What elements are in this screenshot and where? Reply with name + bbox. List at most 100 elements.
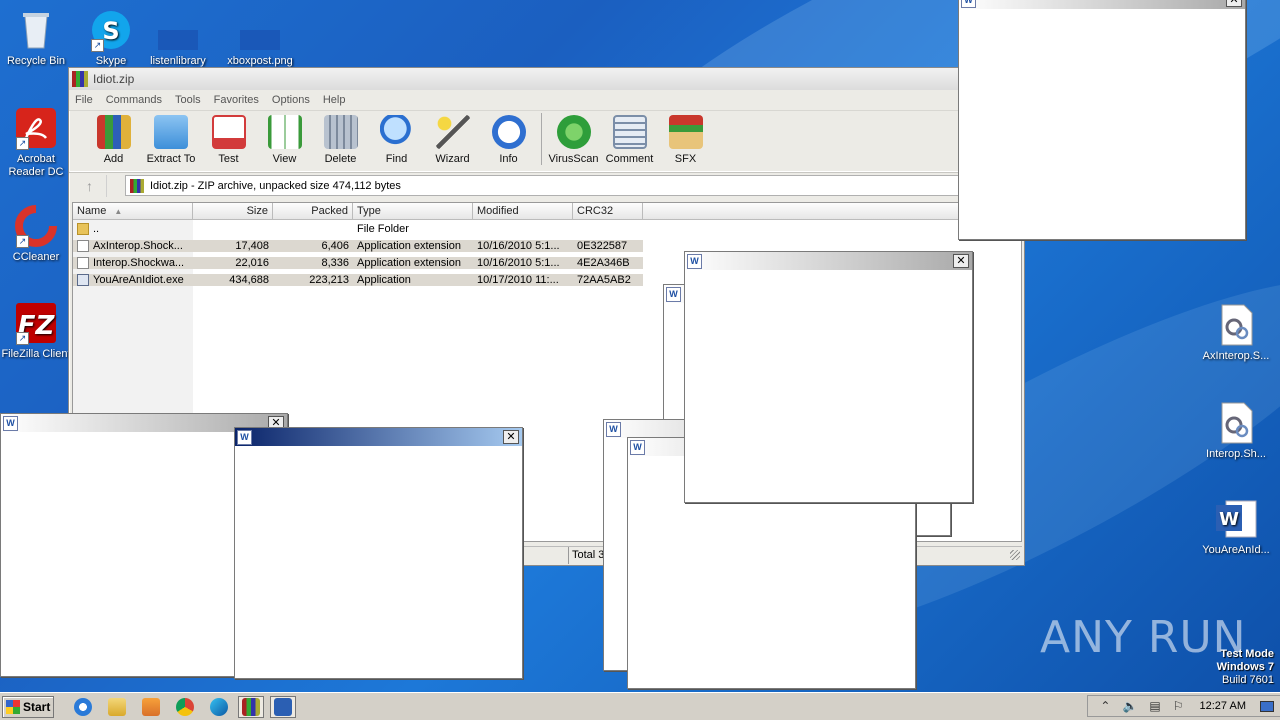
wizard-wand-icon bbox=[435, 115, 470, 149]
desktop-icon-skype[interactable]: S ↗ Skype bbox=[73, 8, 149, 68]
address-text: Idiot.zip - ZIP archive, unpacked size 4… bbox=[150, 179, 401, 192]
shortcut-arrow-icon: ↗ bbox=[16, 332, 29, 345]
file-list-header: Name ▲ Size Packed Type Modified CRC32 bbox=[73, 203, 1021, 220]
shortcut-arrow-icon: ↗ bbox=[91, 39, 104, 52]
desktop-icon-label: Interop.Sh... bbox=[1206, 448, 1266, 460]
internet-explorer-icon bbox=[74, 697, 92, 716]
table-row[interactable]: .. File Folder bbox=[73, 220, 1021, 237]
delete-button[interactable]: Delete bbox=[313, 115, 368, 171]
taskbar-ie[interactable] bbox=[70, 696, 96, 718]
close-icon[interactable]: ✕ bbox=[1226, 0, 1242, 7]
info-icon bbox=[491, 115, 526, 149]
taskbar-winrar[interactable] bbox=[238, 695, 264, 718]
col-header-packed[interactable]: Packed bbox=[273, 203, 353, 219]
desktop-icon-recycle-bin[interactable]: Recycle Bin bbox=[0, 8, 74, 68]
desktop-icon-label: CCleaner bbox=[12, 251, 60, 263]
comment-icon bbox=[612, 115, 647, 149]
extract-folder-icon bbox=[154, 115, 188, 149]
menu-file[interactable]: File bbox=[75, 94, 93, 106]
test-mode-notice: Test Mode Windows 7 Build 7601 bbox=[1217, 648, 1274, 687]
acrobat-icon: ↗ bbox=[14, 106, 58, 150]
test-clipboard-icon bbox=[211, 115, 246, 149]
test-mode-line2: Windows 7 bbox=[1216, 661, 1274, 673]
address-bar: ↑ Idiot.zip - ZIP archive, unpacked size… bbox=[69, 172, 1024, 198]
word-app-icon: W bbox=[666, 286, 681, 302]
menu-bar: File Commands Tools Favorites Options He… bbox=[69, 90, 1024, 110]
menu-commands[interactable]: Commands bbox=[106, 94, 162, 106]
col-header-modified[interactable]: Modified bbox=[473, 203, 573, 219]
file-icon bbox=[156, 8, 200, 52]
folder-icon bbox=[77, 222, 89, 235]
taskbar-chrome[interactable] bbox=[172, 696, 198, 718]
sort-ascending-icon: ▲ bbox=[114, 206, 123, 216]
taskbar-edge[interactable] bbox=[206, 696, 232, 718]
desktop-icon-filezilla[interactable]: FZ ↗ FileZilla Client bbox=[0, 301, 74, 361]
image-icon bbox=[238, 8, 282, 52]
desktop-icon-listenlibrary[interactable]: listenlibrary bbox=[140, 8, 216, 68]
test-mode-line3: Build 7601 bbox=[1222, 674, 1274, 686]
start-button[interactable]: Start bbox=[2, 695, 54, 718]
sfx-box-icon bbox=[668, 115, 703, 149]
popup-titlebar[interactable]: W✕ bbox=[959, 0, 1245, 9]
menu-help[interactable]: Help bbox=[323, 94, 346, 106]
idiot-popup-window[interactable]: W✕ bbox=[958, 0, 1246, 240]
exe-icon bbox=[77, 273, 89, 286]
close-icon[interactable]: ✕ bbox=[503, 430, 519, 444]
virusscan-button[interactable]: VirusScan bbox=[546, 115, 601, 171]
word-doc-icon: W bbox=[1214, 497, 1258, 541]
desktop-icon-youareanidiot[interactable]: W YouAreAnId... bbox=[1198, 497, 1274, 557]
comment-button[interactable]: Comment bbox=[602, 115, 657, 171]
menu-tools[interactable]: Tools bbox=[175, 94, 201, 106]
info-button[interactable]: Info bbox=[481, 115, 536, 171]
address-field[interactable]: Idiot.zip - ZIP archive, unpacked size 4… bbox=[125, 175, 1020, 196]
clock[interactable]: 12:27 AM bbox=[1200, 700, 1246, 712]
idiot-popup-window[interactable]: W✕ bbox=[684, 251, 973, 503]
find-magnifier-icon bbox=[379, 115, 414, 149]
dll-icon bbox=[77, 239, 89, 252]
col-header-name[interactable]: Name ▲ bbox=[73, 203, 193, 219]
col-header-size[interactable]: Size bbox=[193, 203, 273, 219]
taskbar-word[interactable] bbox=[270, 695, 296, 718]
popup-titlebar[interactable]: W✕ bbox=[685, 252, 972, 270]
show-hidden-icon[interactable]: ⌃ bbox=[1100, 699, 1110, 713]
view-button[interactable]: View bbox=[257, 115, 312, 171]
close-icon[interactable]: ✕ bbox=[953, 254, 969, 268]
wizard-button[interactable]: Wizard bbox=[425, 115, 480, 171]
col-header-type[interactable]: Type bbox=[353, 203, 473, 219]
find-button[interactable]: Find bbox=[369, 115, 424, 171]
toolbar: Add Extract To Test View Delete Find Wiz… bbox=[69, 110, 1024, 172]
skype-icon: S ↗ bbox=[89, 8, 133, 52]
action-center-flag-icon[interactable]: ⚐ bbox=[1173, 699, 1184, 713]
anyrun-watermark: ANY RUN bbox=[1040, 612, 1247, 663]
filezilla-icon: FZ ↗ bbox=[14, 301, 58, 345]
dll-gear-icon bbox=[1214, 401, 1258, 445]
desktop-icon-ccleaner[interactable]: ↗ CCleaner bbox=[0, 204, 74, 264]
menu-favorites[interactable]: Favorites bbox=[214, 94, 259, 106]
winrar-titlebar[interactable]: Idiot.zip bbox=[69, 68, 1024, 90]
svg-text:W: W bbox=[1219, 509, 1239, 530]
up-folder-button[interactable]: ↑ bbox=[73, 174, 107, 197]
sfx-button[interactable]: SFX bbox=[658, 115, 713, 171]
col-header-crc32[interactable]: CRC32 bbox=[573, 203, 643, 219]
extract-to-button[interactable]: Extract To bbox=[142, 115, 200, 171]
network-icon[interactable]: ▤ bbox=[1149, 699, 1160, 713]
menu-options[interactable]: Options bbox=[272, 94, 310, 106]
desktop-icon-interop[interactable]: Interop.Sh... bbox=[1198, 401, 1274, 461]
folder-icon bbox=[108, 697, 126, 716]
popup-titlebar[interactable]: W✕ bbox=[235, 428, 522, 446]
volume-icon[interactable]: 🔈 bbox=[1122, 699, 1137, 713]
add-button[interactable]: Add bbox=[86, 115, 141, 171]
desktop-icon-xboxpost[interactable]: xboxpost.png bbox=[222, 8, 298, 68]
test-mode-line1: Test Mode bbox=[1220, 648, 1274, 660]
desktop-icon-axinterop[interactable]: AxInterop.S... bbox=[1198, 303, 1274, 363]
taskbar-explorer[interactable] bbox=[104, 696, 130, 718]
chrome-icon bbox=[176, 697, 194, 716]
resize-grip-icon[interactable] bbox=[1010, 550, 1020, 560]
test-button[interactable]: Test bbox=[201, 115, 256, 171]
taskbar-media-player[interactable] bbox=[138, 696, 164, 718]
winrar-app-icon bbox=[72, 71, 88, 87]
idiot-popup-window-active[interactable]: W ✕ bbox=[234, 427, 523, 679]
system-tray: ⌃ 🔈 ▤ ⚐ 12:27 AM bbox=[1087, 695, 1280, 717]
desktop-icon-acrobat[interactable]: ↗ Acrobat Reader DC bbox=[0, 106, 74, 179]
desktop-icon[interactable] bbox=[1260, 700, 1274, 712]
